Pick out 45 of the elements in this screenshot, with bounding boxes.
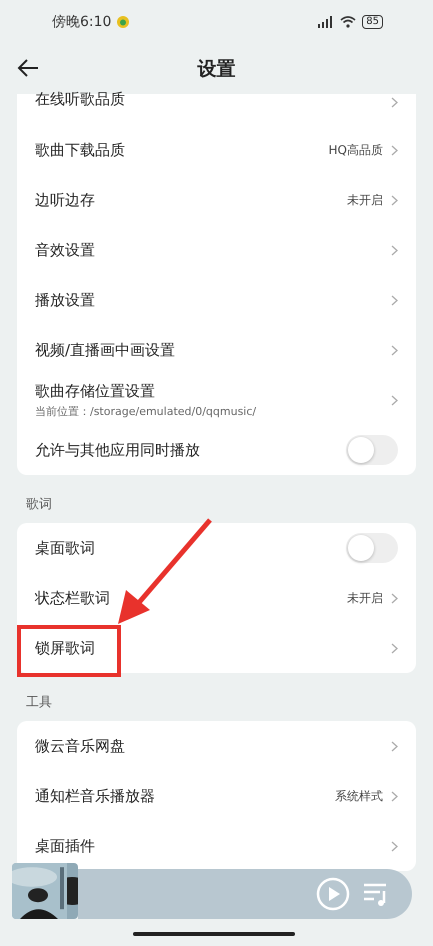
chevron-icon bbox=[391, 840, 398, 852]
chevron-icon bbox=[391, 642, 398, 654]
chevron-icon bbox=[391, 194, 398, 206]
back-arrow-icon bbox=[16, 58, 40, 78]
section-title: 工具 bbox=[25, 694, 53, 712]
section-title: 歌词 bbox=[25, 496, 53, 514]
setting-label[interactable]: 播放设置 bbox=[35, 290, 95, 310]
toggle-switch[interactable] bbox=[346, 435, 398, 465]
setting-label[interactable]: 视频/直播画中画设置 bbox=[35, 340, 176, 360]
setting-label[interactable]: 锁屏歌词 bbox=[35, 638, 95, 658]
chevron-icon bbox=[391, 592, 398, 604]
setting-label[interactable]: 歌曲下载品质 bbox=[35, 140, 125, 160]
play-icon bbox=[316, 877, 350, 911]
setting-label[interactable]: 在线听歌品质 bbox=[35, 90, 125, 109]
setting-label[interactable]: 桌面插件 bbox=[35, 836, 95, 856]
play-button[interactable] bbox=[316, 877, 350, 911]
setting-label[interactable]: 边听边存 bbox=[35, 190, 95, 210]
page-title: 设置 bbox=[198, 57, 236, 82]
chevron-icon bbox=[391, 294, 398, 306]
chevron-icon bbox=[391, 244, 398, 256]
setting-label[interactable]: 桌面歌词 bbox=[35, 538, 95, 558]
chevron-icon bbox=[391, 790, 398, 802]
chevron-icon bbox=[391, 97, 398, 108]
setting-value: 未开启 bbox=[347, 192, 383, 208]
setting-value: 系统样式 bbox=[335, 788, 383, 804]
setting-label[interactable]: 允许与其他应用同时播放 bbox=[35, 440, 200, 460]
chevron-icon bbox=[391, 740, 398, 752]
setting-label[interactable]: 歌曲存储位置设置 bbox=[35, 382, 155, 400]
chevron-icon bbox=[391, 344, 398, 356]
setting-subtitle: 当前位置：/storage/emulated/0/qqmusic/ bbox=[35, 404, 258, 418]
setting-value: 未开启 bbox=[347, 590, 383, 606]
chevron-icon bbox=[391, 144, 398, 156]
mini-player-bar[interactable] bbox=[78, 869, 412, 919]
chevron-icon bbox=[391, 394, 398, 406]
signal-icon bbox=[316, 16, 334, 28]
setting-label[interactable]: 微云音乐网盘 bbox=[35, 736, 125, 756]
setting-label[interactable]: 音效设置 bbox=[35, 240, 95, 260]
battery-indicator: 85 bbox=[362, 15, 383, 29]
app-status-icon bbox=[117, 16, 130, 28]
setting-label[interactable]: 状态栏歌词 bbox=[35, 588, 110, 608]
wifi-icon bbox=[340, 16, 356, 28]
setting-label[interactable]: 通知栏音乐播放器 bbox=[35, 786, 155, 806]
toggle-switch[interactable] bbox=[346, 533, 398, 563]
setting-value: HQ高品质 bbox=[328, 142, 383, 158]
status-time: 傍晚6:10 bbox=[52, 13, 112, 31]
